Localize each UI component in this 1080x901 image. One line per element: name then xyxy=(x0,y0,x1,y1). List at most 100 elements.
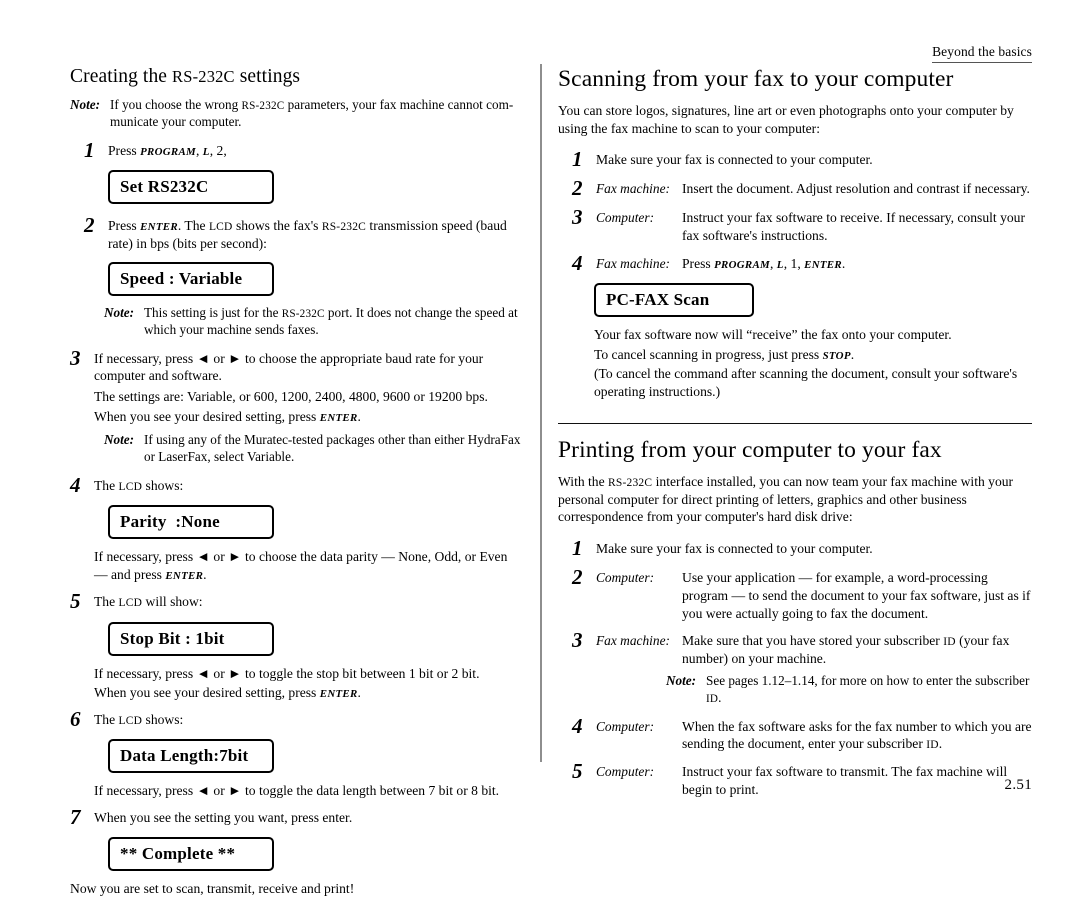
after5-line2-a: When you see your desired setting, press xyxy=(94,685,320,701)
smallcaps-id: ID xyxy=(943,636,956,649)
step-number: 6 xyxy=(70,706,81,731)
step-number: 4 xyxy=(572,713,583,738)
step-text: Press PROGRAM, L, 2, xyxy=(108,138,522,160)
step-text-b: , xyxy=(770,255,777,271)
step-number: 1 xyxy=(572,147,583,172)
lcd-wrap-4: Stop Bit : 1bit xyxy=(108,616,522,665)
arrow-right-icon: ► xyxy=(228,782,242,798)
scan-step-1: 1 Make sure your fax is connected to you… xyxy=(572,147,1032,170)
step-text-c: , 1, xyxy=(783,255,805,271)
step-text-a: When the fax software asks for the fax n… xyxy=(682,718,1032,752)
note-label: Note: xyxy=(70,97,101,113)
after6-b: to toggle the data length between 7 bit … xyxy=(241,782,500,798)
step-4: 4 The LCD shows: xyxy=(70,473,522,496)
step-5-after-line2: When you see your desired setting, press… xyxy=(94,684,522,702)
print-step-1: 1 Make sure your fax is connected to you… xyxy=(572,536,1032,559)
note-label: Note: xyxy=(666,672,697,688)
step-number: 7 xyxy=(70,804,81,829)
step-text-or: or xyxy=(210,350,229,366)
scan-step-3: 3 Computer: Instruct your fax software t… xyxy=(572,205,1032,244)
smallcaps-id: ID xyxy=(706,692,719,705)
lcd-display-data-length: Data Length:7bit xyxy=(108,738,274,773)
section-title-printing: Printing from your computer to your fax xyxy=(558,436,942,463)
after4-or: or xyxy=(210,549,229,565)
step-actor-label: Computer: xyxy=(596,570,655,586)
intro2-a: With the xyxy=(558,473,609,489)
section-title-scanning: Scanning from your fax to your computer xyxy=(558,66,954,92)
scan-after-line3: (To cancel the command after scanning th… xyxy=(594,366,1018,399)
arrow-right-icon: ► xyxy=(228,549,242,565)
scan-after-line1: Your fax software now will “receive” the… xyxy=(594,326,952,342)
smallcaps-id: ID xyxy=(926,739,939,752)
note-text-a: See pages 1.12–1.14, for more on how to … xyxy=(706,672,1030,688)
heading-pre: Creating the xyxy=(70,66,173,87)
step-text: The LCD will show: xyxy=(94,589,522,611)
step-text: When you see the setting you want, press… xyxy=(94,809,353,825)
lcd-display-pc-fax-scan: PC-FAX Scan xyxy=(594,282,754,317)
intro-printing: With the RS-232C interface installed, yo… xyxy=(558,473,1032,526)
section-divider-rule xyxy=(558,422,1032,424)
step-actor-label: Computer: xyxy=(596,764,655,780)
note-text: See pages 1.12–1.14, for more on how to … xyxy=(706,673,1032,707)
print-note-subscriber-id: Note: See pages 1.12–1.14, for more on h… xyxy=(666,673,1032,707)
heading-post: settings xyxy=(234,66,301,87)
step-text-a: The xyxy=(94,594,119,610)
key-enter: ENTER xyxy=(319,411,358,424)
scan-step-4: 4 Fax machine: Press PROGRAM, L, 1, ENTE… xyxy=(572,251,1032,274)
step-1: 1 Press PROGRAM, L, 2, xyxy=(84,138,522,161)
note-text-a: This setting is just for the xyxy=(144,304,282,320)
note-text-a: If you choose the wrong xyxy=(110,97,242,113)
running-head: Beyond the basics xyxy=(932,44,1032,64)
step-number: 3 xyxy=(572,628,583,653)
step-text-a: Press xyxy=(682,255,715,271)
smallcaps-lcd: LCD xyxy=(118,597,143,610)
key-program: PROGRAM xyxy=(140,146,196,159)
arrow-right-icon: ► xyxy=(228,665,242,681)
step-text: Insert the document. Adjust resolution a… xyxy=(682,181,1030,197)
heading-smallcaps: RS-232C xyxy=(172,67,235,86)
step-number: 3 xyxy=(572,205,583,230)
step-number: 5 xyxy=(70,589,81,614)
step-3-line2: The settings are: Variable, or 600, 1200… xyxy=(94,388,488,404)
step-actor-label: Fax machine: xyxy=(596,181,670,197)
note-text: If using any of the Muratec-tested packa… xyxy=(144,432,521,465)
step-actor-label: Fax machine: xyxy=(596,633,670,649)
lcd-display-parity-none: Parity :None xyxy=(108,505,274,540)
scan-after-line2: To cancel scanning in progress, just pre… xyxy=(594,346,1032,364)
step-number: 5 xyxy=(572,759,583,784)
step-text-b: will show: xyxy=(142,594,203,610)
step-text: Press ENTER. The LCD shows the fax's RS-… xyxy=(108,213,522,253)
key-enter: ENTER xyxy=(804,258,842,271)
step-text-c: , 2, xyxy=(209,143,227,159)
smallcaps-lcd: LCD xyxy=(118,714,143,727)
scan-after-line2-a: To cancel scanning in progress, just pre… xyxy=(594,346,823,362)
smallcaps-lcd: LCD xyxy=(118,481,143,494)
note-text: This setting is just for the RS-232C por… xyxy=(144,305,522,339)
step-6-after: If necessary, press ◄ or ► to toggle the… xyxy=(94,782,522,800)
lcd-display-stop-bit: Stop Bit : 1bit xyxy=(108,621,274,656)
lcd-display-speed-variable: Speed : Variable xyxy=(108,261,274,296)
step-text-d: . xyxy=(841,255,846,271)
arrow-left-icon: ◄ xyxy=(196,549,211,565)
page-number: 2.51 xyxy=(1004,777,1032,793)
step-text-b: shows: xyxy=(142,478,184,494)
step-text-a: The xyxy=(94,478,119,494)
step-5: 5 The LCD will show: xyxy=(70,589,522,612)
smallcaps-lcd: LCD xyxy=(208,221,233,234)
step-text: Press PROGRAM, L, 1, ENTER. xyxy=(682,251,1032,273)
step-5-after-line1: If necessary, press ◄ or ► to toggle the… xyxy=(94,665,522,683)
lcd-display-set-rs232c: Set RS232C xyxy=(108,170,274,205)
step-text-b: shows: xyxy=(142,711,184,727)
step-text-b: , xyxy=(196,143,203,159)
print-step-4: 4 Computer: When the fax software asks f… xyxy=(572,714,1032,754)
lcd-wrap-6: ** Complete ** xyxy=(108,831,522,880)
key-program: PROGRAM xyxy=(714,258,770,271)
note-text-smallcaps: RS-232C xyxy=(281,307,325,320)
column-divider xyxy=(540,64,542,762)
step-text: Make sure your fax is connected to your … xyxy=(596,152,873,168)
after5-line2-b: . xyxy=(357,685,361,701)
key-l: L xyxy=(776,258,784,271)
print-step-2: 2 Computer: Use your application — for e… xyxy=(572,565,1032,622)
note-muratec: Note: If using any of the Muratec-tested… xyxy=(104,432,522,466)
step-text-a: Press xyxy=(108,218,141,234)
